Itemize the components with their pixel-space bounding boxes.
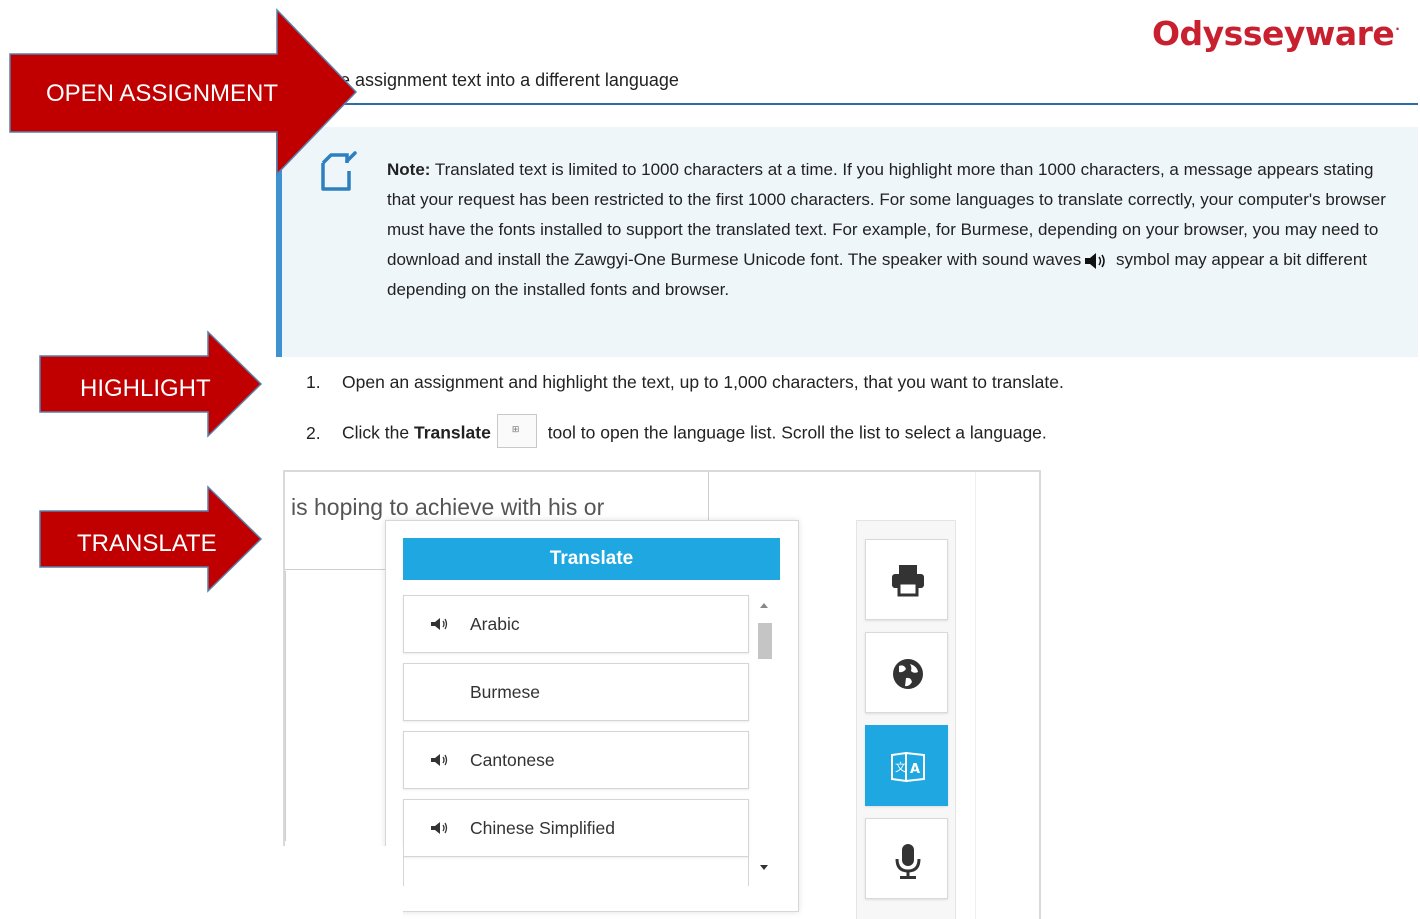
- highlight-label: HIGHLIGHT: [80, 375, 211, 402]
- odysseyware-logo: Odysseyware·: [1152, 14, 1400, 53]
- assignment-body-edge: [285, 571, 289, 841]
- screenshot-divider: [975, 472, 976, 919]
- translate-bold: Translate: [413, 422, 491, 443]
- note-text: Note: Translated text is limited to 1000…: [387, 155, 1387, 305]
- language-label: Arabic: [470, 614, 520, 634]
- assignment-text: is hoping to achieve with his or: [291, 494, 605, 520]
- language-label: Cantonese: [470, 750, 555, 770]
- note-label: Note:: [387, 160, 431, 179]
- speaker-icon: [431, 618, 448, 630]
- tool-sidebar: 文A: [856, 520, 956, 919]
- microphone-icon: [895, 844, 921, 879]
- speaker-icon: [431, 754, 448, 766]
- step-1: 1. Open an assignment and highlight the t…: [306, 372, 1064, 392]
- translate-icon: 文A: [891, 751, 925, 783]
- language-option-chinese-simplified[interactable]: Chinese Simplified: [403, 799, 749, 857]
- microphone-tool-button[interactable]: [865, 818, 948, 899]
- language-option-burmese[interactable]: Burmese: [403, 663, 749, 721]
- printer-icon: [892, 565, 924, 597]
- screenshot-crop-mask: [283, 846, 403, 919]
- svg-text:A: A: [910, 762, 920, 777]
- speaker-icon: [431, 822, 448, 834]
- scroll-up-icon[interactable]: [760, 603, 768, 608]
- section-subtitle: e assignment text into a different langu…: [340, 70, 679, 90]
- language-option-partial[interactable]: [403, 856, 749, 886]
- speaker-waves-icon: [1085, 252, 1105, 269]
- language-scrollbar[interactable]: [755, 595, 773, 885]
- scroll-thumb[interactable]: [758, 623, 772, 659]
- header-divider: [300, 103, 1418, 105]
- language-label: Burmese: [470, 682, 541, 702]
- translate-label: TRANSLATE: [77, 530, 217, 557]
- svg-text:文: 文: [895, 760, 906, 774]
- language-option-cantonese[interactable]: Cantonese: [403, 731, 749, 789]
- print-tool-button[interactable]: [865, 539, 948, 620]
- scroll-down-icon[interactable]: [760, 865, 768, 870]
- translate-popup-title: Translate: [403, 538, 780, 580]
- translate-tool-button[interactable]: 文A: [865, 725, 948, 806]
- translate-tool-inline-icon: ⊞: [496, 414, 537, 448]
- open-assignment-label: OPEN ASSIGNMENT: [46, 80, 279, 107]
- language-option-arabic[interactable]: Arabic: [403, 595, 749, 653]
- language-label: Chinese Simplified: [470, 818, 615, 838]
- note-box: Note: Translated text is limited to 1000…: [276, 127, 1418, 357]
- step-2: 2. Click the Translate ⊞ tool to open the …: [306, 414, 1047, 448]
- globe-tool-button[interactable]: [865, 632, 948, 713]
- globe-icon: [893, 659, 923, 689]
- translate-popup: Translate Arabic Burmese Cantonese Chine…: [385, 520, 799, 912]
